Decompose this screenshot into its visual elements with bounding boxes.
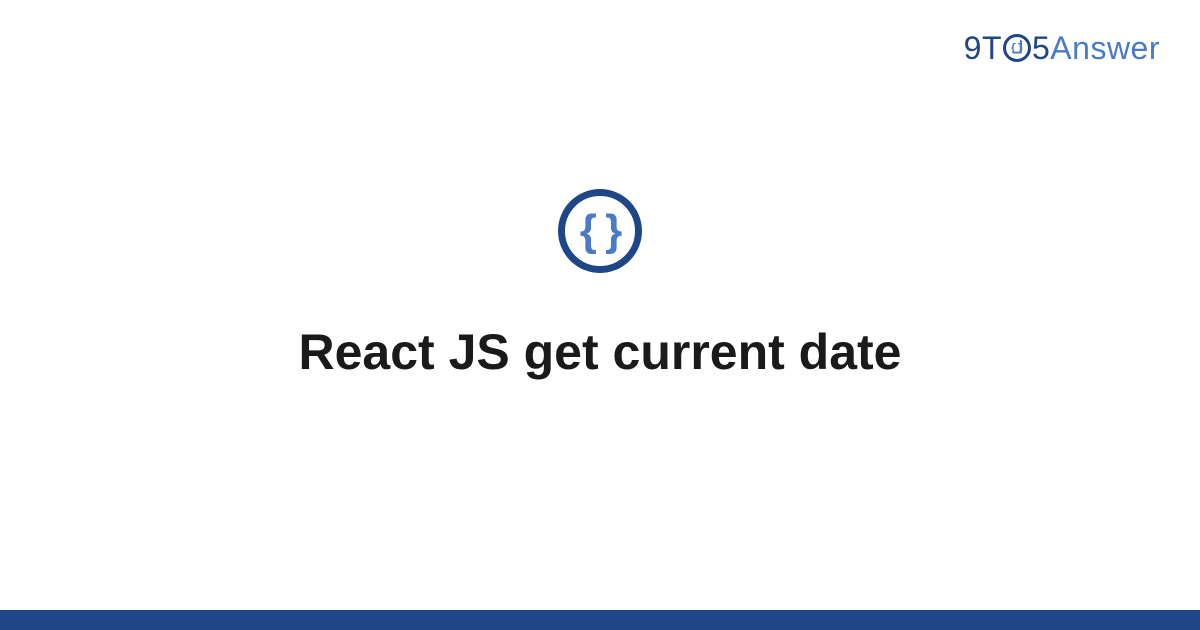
- main-content: { } React JS get current date: [0, 0, 1200, 630]
- footer-bar: [0, 610, 1200, 630]
- code-braces-icon: { }: [580, 209, 620, 253]
- page-title: React JS get current date: [299, 323, 902, 381]
- topic-icon-circle: { }: [558, 189, 642, 273]
